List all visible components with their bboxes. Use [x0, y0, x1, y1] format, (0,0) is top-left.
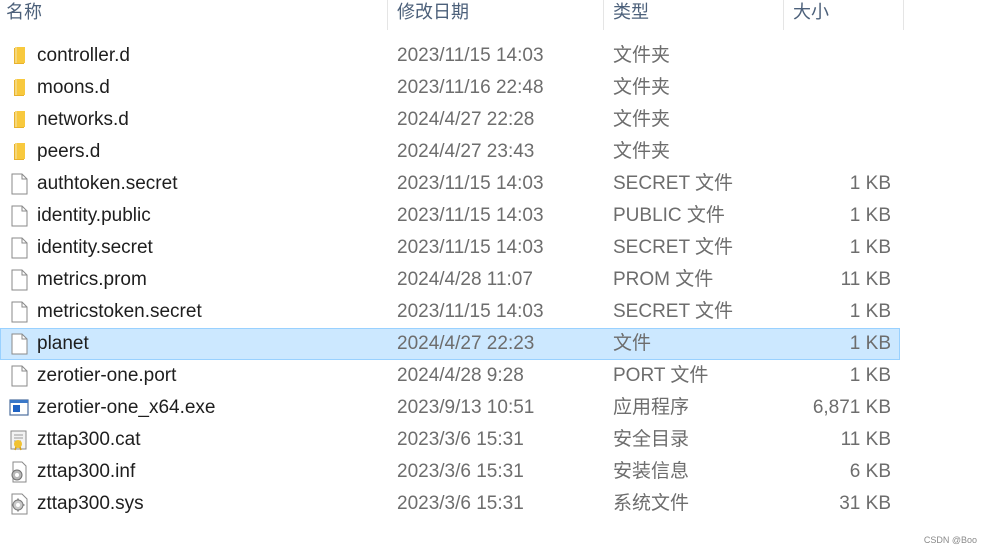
- file-name: peers.d: [37, 141, 101, 162]
- file-type: 应用程序: [613, 397, 690, 418]
- file-row[interactable]: moons.d 2023/11/16 22:48 文件夹: [0, 72, 900, 104]
- file-name: moons.d: [37, 77, 110, 98]
- security-catalog-icon: [9, 429, 29, 451]
- file-icon: [9, 237, 29, 259]
- column-header: 名称 修改日期 类型 大小: [0, 0, 905, 30]
- file-name: identity.public: [37, 205, 151, 226]
- file-modified: 2023/11/15 14:03: [397, 205, 544, 226]
- file-modified: 2023/11/15 14:03: [397, 237, 544, 258]
- file-modified: 2024/4/27 22:28: [397, 109, 535, 130]
- file-type: 系统文件: [613, 493, 690, 514]
- file-modified: 2023/11/15 14:03: [397, 173, 544, 194]
- file-name: zerotier-one_x64.exe: [37, 397, 216, 418]
- file-name: identity.secret: [37, 237, 153, 258]
- file-row[interactable]: peers.d 2024/4/27 23:43 文件夹: [0, 136, 900, 168]
- column-divider[interactable]: [903, 0, 904, 30]
- file-icon: [9, 301, 29, 323]
- file-type: PUBLIC 文件: [613, 205, 725, 226]
- file-row[interactable]: zttap300.sys 2023/3/6 15:31 系统文件 31 KB: [0, 488, 900, 520]
- file-name: metrics.prom: [37, 269, 147, 290]
- file-modified: 2023/9/13 10:51: [397, 397, 535, 418]
- file-modified: 2023/3/6 15:31: [397, 493, 524, 514]
- file-name: authtoken.secret: [37, 173, 178, 194]
- file-row[interactable]: networks.d 2024/4/27 22:28 文件夹: [0, 104, 900, 136]
- file-name: planet: [37, 333, 89, 354]
- file-modified: 2024/4/27 23:43: [397, 141, 535, 162]
- file-modified: 2023/11/16 22:48: [397, 77, 544, 98]
- file-row[interactable]: zerotier-one_x64.exe 2023/9/13 10:51 应用程序 6…: [0, 392, 900, 424]
- file-modified: 2024/4/28 9:28: [397, 365, 524, 386]
- system-file-icon: [9, 493, 29, 515]
- file-name: zttap300.cat: [37, 429, 141, 450]
- file-modified: 2024/4/27 22:23: [397, 333, 535, 354]
- file-name: zttap300.sys: [37, 493, 144, 514]
- column-divider[interactable]: [603, 0, 604, 30]
- file-name: zerotier-one.port: [37, 365, 177, 386]
- file-type: 文件夹: [613, 141, 671, 162]
- file-icon: [9, 173, 29, 195]
- file-type: 文件夹: [613, 109, 671, 130]
- file-size: 1 KB: [849, 365, 891, 386]
- file-size: 1 KB: [849, 237, 891, 258]
- file-row[interactable]: zttap300.inf 2023/3/6 15:31 安装信息 6 KB: [0, 456, 900, 488]
- column-header-type[interactable]: 类型: [607, 0, 783, 30]
- file-row[interactable]: zerotier-one.port 2024/4/28 9:28 PORT 文件 1 …: [0, 360, 900, 392]
- file-icon: [9, 205, 29, 227]
- application-icon: [9, 397, 29, 419]
- file-modified: 2023/11/15 14:03: [397, 45, 544, 66]
- file-type: SECRET 文件: [613, 173, 734, 194]
- file-size: 1 KB: [849, 205, 891, 226]
- file-type: 文件: [613, 333, 652, 354]
- file-type: SECRET 文件: [613, 237, 734, 258]
- file-size: 1 KB: [849, 301, 891, 322]
- folder-icon: [9, 141, 29, 163]
- file-size: 31 KB: [839, 493, 891, 514]
- file-size: 11 KB: [840, 429, 891, 450]
- file-modified: 2023/3/6 15:31: [397, 461, 524, 482]
- file-row[interactable]: authtoken.secret 2023/11/15 14:03 SECRET 文…: [0, 168, 900, 200]
- file-type: PROM 文件: [613, 269, 714, 290]
- file-row[interactable]: planet 2024/4/27 22:23 文件 1 KB: [0, 328, 900, 360]
- file-size: 6 KB: [849, 461, 891, 482]
- column-header-modified[interactable]: 修改日期: [391, 0, 603, 30]
- file-row[interactable]: identity.secret 2023/11/15 14:03 SECRET 文件…: [0, 232, 900, 264]
- file-row[interactable]: metricstoken.secret 2023/11/15 14:03 SECRE…: [0, 296, 900, 328]
- file-name: controller.d: [37, 45, 130, 66]
- file-name: networks.d: [37, 109, 129, 130]
- file-icon: [9, 365, 29, 387]
- file-size: 1 KB: [849, 173, 891, 194]
- folder-icon: [9, 77, 29, 99]
- folder-icon: [9, 45, 29, 67]
- file-type: SECRET 文件: [613, 301, 734, 322]
- column-header-size[interactable]: 大小: [787, 0, 903, 30]
- file-icon: [9, 269, 29, 291]
- file-modified: 2023/3/6 15:31: [397, 429, 524, 450]
- file-size: 1 KB: [849, 333, 891, 354]
- file-type: 文件夹: [613, 77, 671, 98]
- file-type: PORT 文件: [613, 365, 709, 386]
- folder-icon: [9, 109, 29, 131]
- file-name: metricstoken.secret: [37, 301, 202, 322]
- column-divider[interactable]: [783, 0, 784, 30]
- column-divider[interactable]: [387, 0, 388, 30]
- file-row[interactable]: controller.d 2023/11/15 14:03 文件夹: [0, 40, 900, 72]
- file-modified: 2023/11/15 14:03: [397, 301, 544, 322]
- file-icon: [9, 333, 29, 355]
- file-row[interactable]: identity.public 2023/11/15 14:03 PUBLIC 文件…: [0, 200, 900, 232]
- watermark: CSDN @Boo: [923, 535, 977, 545]
- file-type: 安装信息: [613, 461, 690, 482]
- file-modified: 2024/4/28 11:07: [397, 269, 533, 290]
- file-name: zttap300.inf: [37, 461, 136, 482]
- file-type: 文件夹: [613, 45, 671, 66]
- setup-info-icon: [9, 461, 29, 483]
- file-type: 安全目录: [613, 429, 690, 450]
- file-row[interactable]: metrics.prom 2024/4/28 11:07 PROM 文件 11 KB: [0, 264, 900, 296]
- file-size: 6,871 KB: [812, 397, 891, 418]
- column-header-name[interactable]: 名称: [0, 0, 387, 30]
- file-size: 11 KB: [840, 269, 891, 290]
- file-row[interactable]: zttap300.cat 2023/3/6 15:31 安全目录 11 KB: [0, 424, 900, 456]
